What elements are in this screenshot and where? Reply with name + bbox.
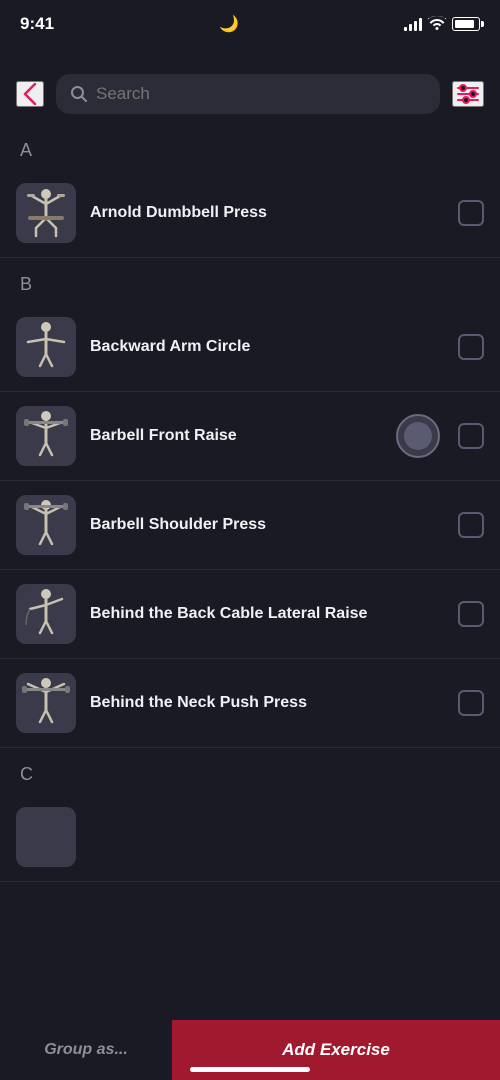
- exercise-name: Barbell Shoulder Press: [90, 515, 444, 536]
- section-header-b: B: [0, 258, 500, 303]
- status-time: 9:41: [20, 14, 54, 34]
- exercise-thumb: [16, 807, 76, 867]
- exercise-item-behind-back-cable[interactable]: Behind the Back Cable Lateral Raise: [0, 570, 500, 659]
- exercise-item-backward-arm-circle[interactable]: Backward Arm Circle: [0, 303, 500, 392]
- signal-bars: [404, 17, 422, 31]
- exercise-checkbox[interactable]: [458, 200, 484, 226]
- exercise-checkbox[interactable]: [458, 690, 484, 716]
- search-input[interactable]: [96, 84, 426, 104]
- exercise-thumb: [16, 673, 76, 733]
- exercise-item-behind-neck-push-press[interactable]: Behind the Neck Push Press: [0, 659, 500, 748]
- exercise-item-barbell-front-raise[interactable]: Barbell Front Raise: [0, 392, 500, 481]
- exercise-item-arnold-dumbbell-press[interactable]: Arnold Dumbbell Press: [0, 169, 500, 258]
- search-icon: [70, 85, 88, 103]
- exercise-list: A: [0, 124, 500, 1042]
- battery-icon: [452, 17, 480, 31]
- exercise-name: Behind the Neck Push Press: [90, 693, 444, 714]
- exercise-checkbox[interactable]: [458, 512, 484, 538]
- exercise-checkbox[interactable]: [458, 334, 484, 360]
- section-header-c: C: [0, 748, 500, 793]
- exercise-item-barbell-shoulder-press[interactable]: Barbell Shoulder Press: [0, 481, 500, 570]
- group-as-button[interactable]: Group as...: [0, 1021, 172, 1079]
- search-bar-container: [0, 64, 500, 124]
- moon-icon: 🌙: [219, 14, 239, 34]
- wifi-icon: [428, 16, 446, 33]
- back-button[interactable]: [16, 81, 44, 107]
- home-indicator: [190, 1067, 310, 1072]
- exercise-name: Barbell Front Raise: [90, 426, 382, 447]
- exercise-thumb: [16, 406, 76, 466]
- search-input-wrapper: [56, 74, 440, 114]
- section-header-a: A: [0, 124, 500, 169]
- top-partial-overlay: [0, 44, 500, 64]
- exercise-name: Arnold Dumbbell Press: [90, 203, 444, 224]
- exercise-thumb: [16, 317, 76, 377]
- status-bar: 9:41 🌙: [0, 0, 500, 44]
- exercise-checkbox[interactable]: [458, 601, 484, 627]
- record-dot: [396, 414, 440, 458]
- status-icons: [404, 16, 480, 33]
- exercise-checkbox[interactable]: [458, 423, 484, 449]
- exercise-thumb: [16, 183, 76, 243]
- section-c: C: [0, 748, 500, 1042]
- exercise-thumb: [16, 584, 76, 644]
- filter-button[interactable]: [452, 81, 484, 107]
- exercise-name: Behind the Back Cable Lateral Raise: [90, 604, 444, 625]
- exercise-item-c-partial: [0, 793, 500, 882]
- exercise-name: Backward Arm Circle: [90, 337, 444, 358]
- exercise-thumb: [16, 495, 76, 555]
